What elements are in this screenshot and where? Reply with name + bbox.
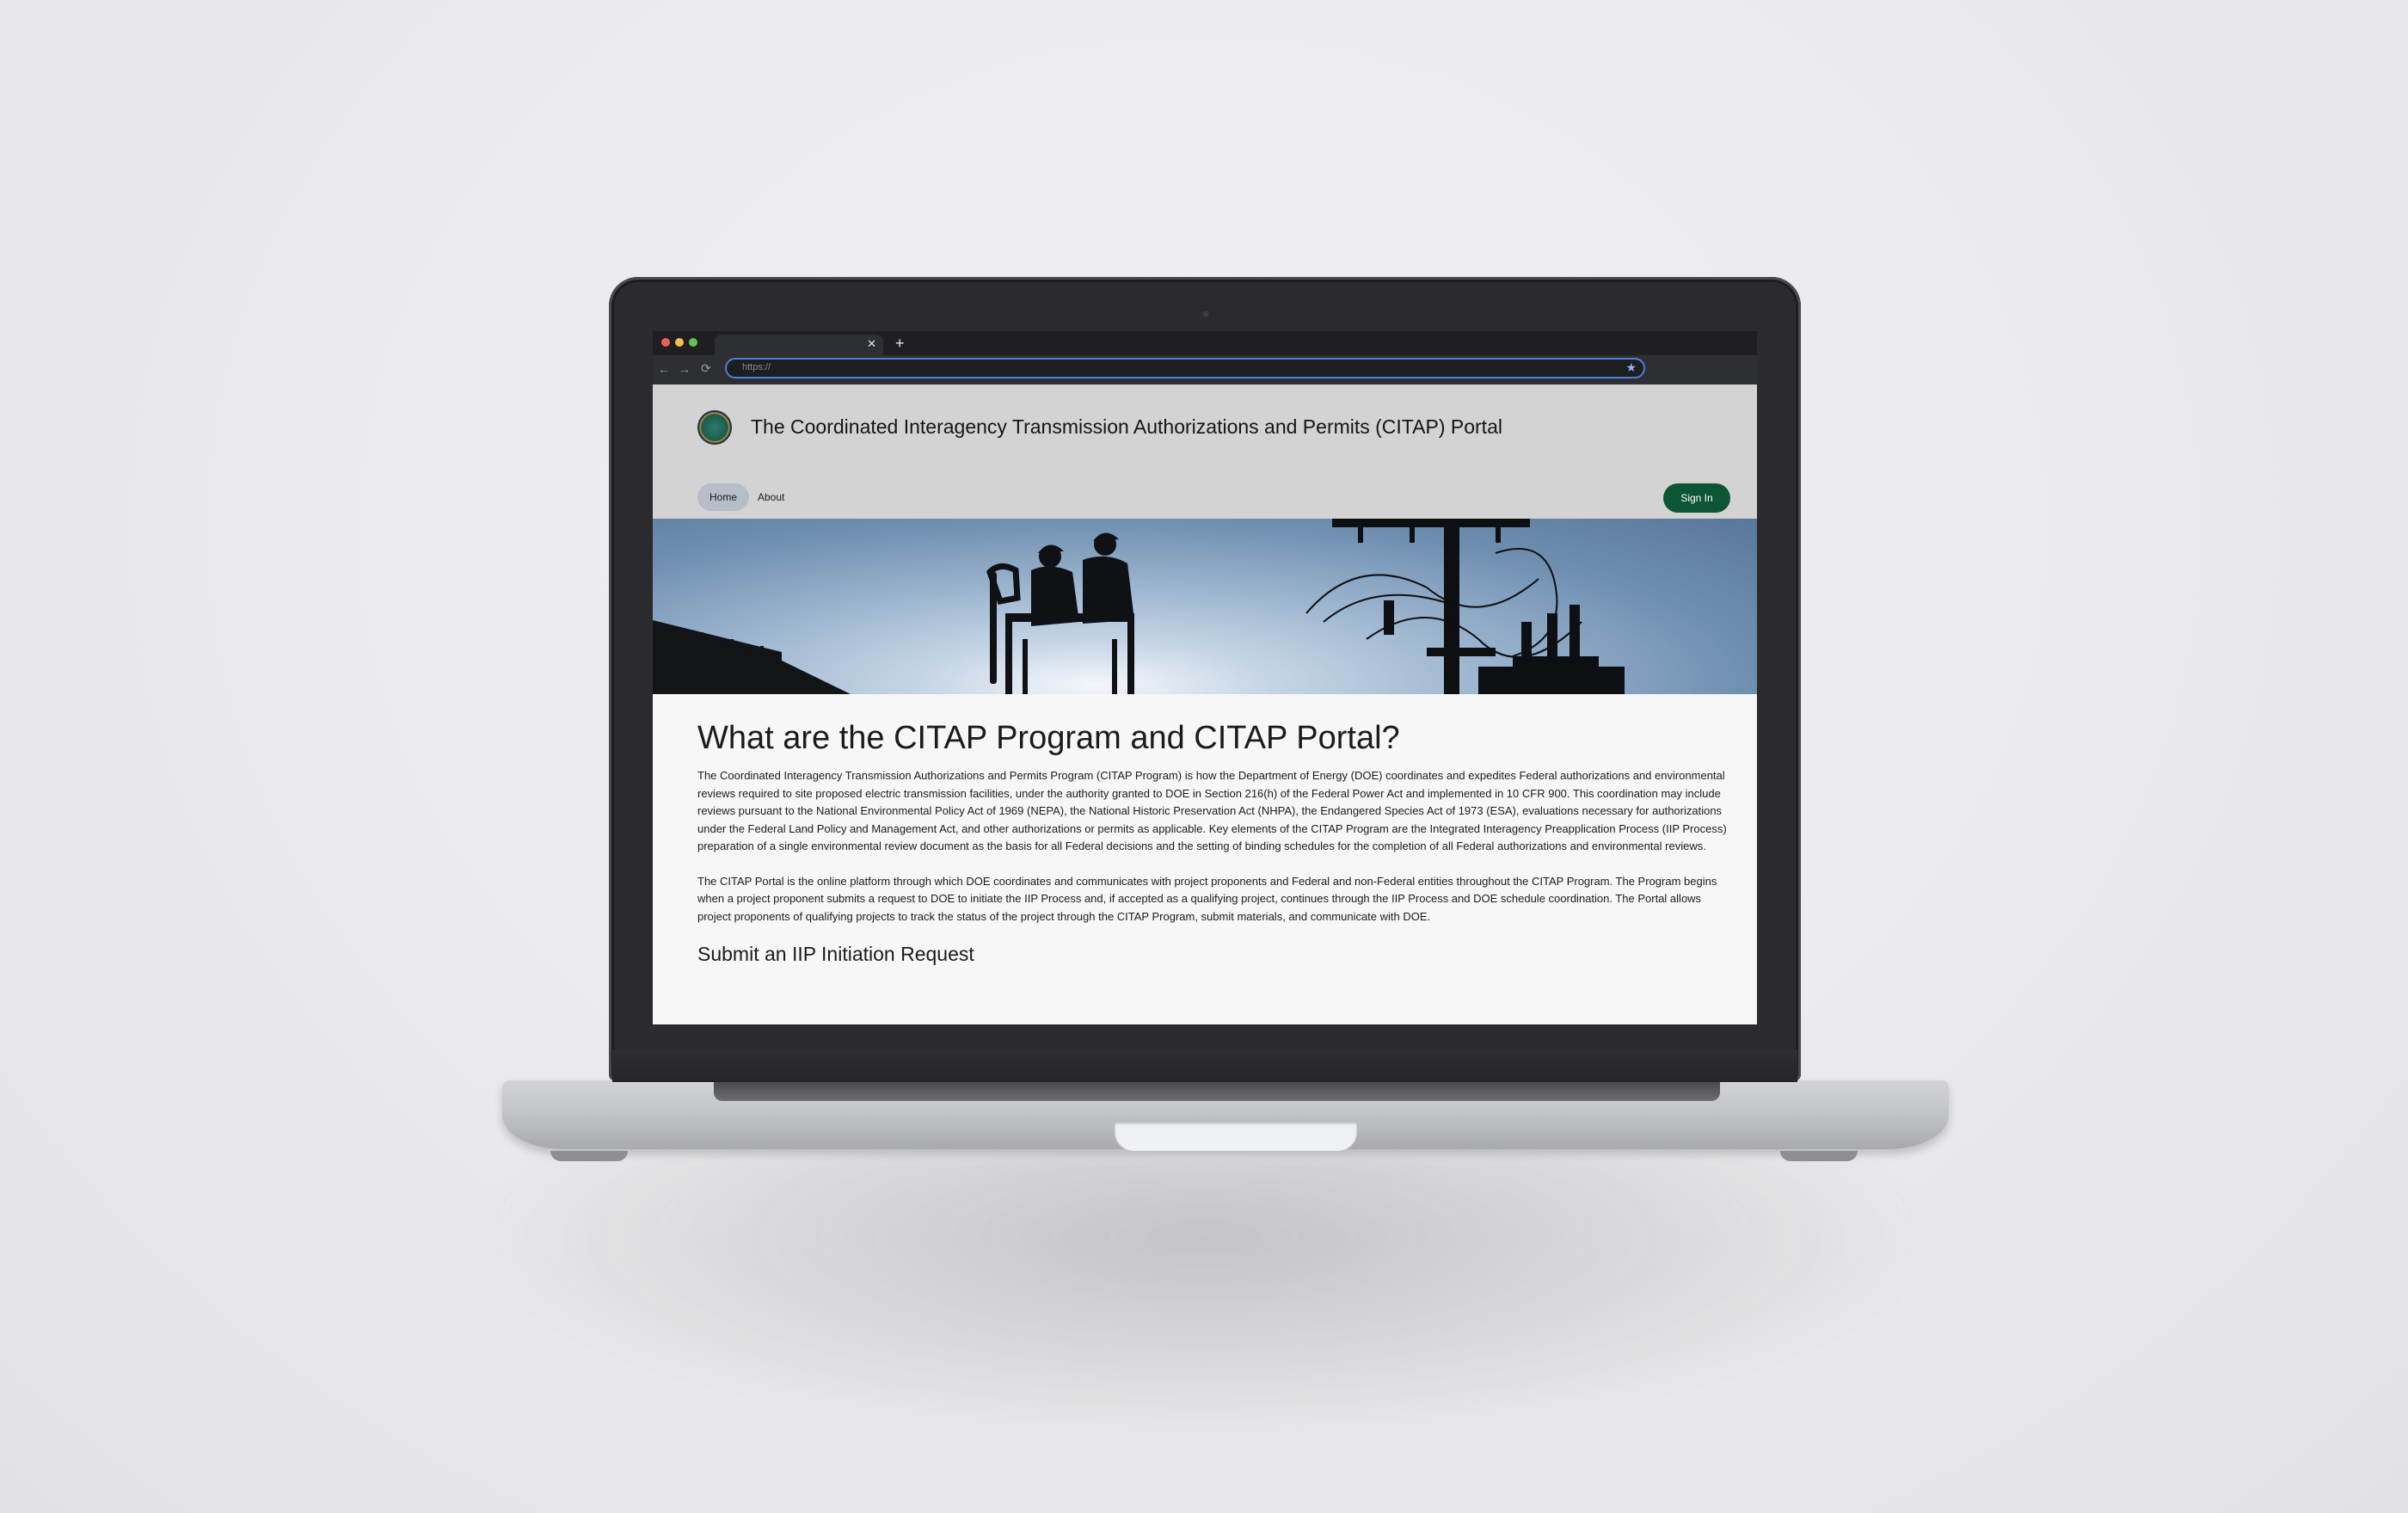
back-icon[interactable]: ← bbox=[658, 362, 670, 376]
bookmark-star-icon[interactable]: ★ bbox=[1625, 360, 1637, 375]
site-header: The Coordinated Interagency Transmission… bbox=[653, 384, 1757, 519]
lineworkers-silhouette bbox=[653, 519, 1625, 694]
forward-icon[interactable]: → bbox=[679, 362, 691, 376]
address-bar-url: https:// bbox=[742, 362, 771, 372]
main-content: What are the CITAP Program and CITAP Por… bbox=[697, 694, 1729, 966]
webcam-icon bbox=[1201, 310, 1210, 318]
laptop-shadow bbox=[482, 1153, 1926, 1436]
nav-about-link[interactable]: About bbox=[749, 483, 793, 511]
laptop-lid-notch bbox=[1115, 1122, 1357, 1151]
submit-request-heading: Submit an IIP Initiation Request bbox=[697, 943, 974, 965]
close-window-icon[interactable] bbox=[661, 338, 670, 347]
new-tab-icon[interactable]: + bbox=[895, 335, 905, 352]
page-heading: What are the CITAP Program and CITAP Por… bbox=[697, 720, 1400, 756]
minimize-window-icon[interactable] bbox=[675, 338, 684, 347]
laptop-keyboard-edge bbox=[714, 1082, 1720, 1101]
laptop-foot-left bbox=[550, 1151, 628, 1161]
address-bar[interactable]: https:// ★ bbox=[725, 358, 1645, 378]
laptop-bezel-bottom bbox=[612, 1049, 1797, 1082]
maximize-window-icon[interactable] bbox=[689, 338, 697, 347]
laptop-foot-right bbox=[1780, 1151, 1858, 1161]
site-title: The Coordinated Interagency Transmission… bbox=[751, 415, 1502, 438]
reload-icon[interactable]: ⟳ bbox=[701, 361, 711, 376]
browser-tab-strip: ✕ + bbox=[653, 331, 1757, 355]
hero-banner-image bbox=[653, 519, 1757, 694]
citap-description-paragraph: The Coordinated Interagency Transmission… bbox=[697, 769, 1727, 852]
browser-toolbar: ← → ⟳ https:// ★ bbox=[653, 355, 1757, 384]
browser-tab[interactable]: ✕ bbox=[715, 335, 883, 355]
sign-in-button[interactable]: Sign In bbox=[1663, 483, 1730, 513]
laptop-screen: ✕ + ← → ⟳ https:// ★ The Coordinated Int… bbox=[653, 331, 1757, 1024]
tab-close-icon[interactable]: ✕ bbox=[867, 337, 876, 351]
doe-seal-logo[interactable] bbox=[697, 410, 732, 445]
citap-portal-paragraph: The CITAP Portal is the online platform … bbox=[697, 874, 1717, 923]
nav-home-link[interactable]: Home bbox=[697, 483, 750, 511]
